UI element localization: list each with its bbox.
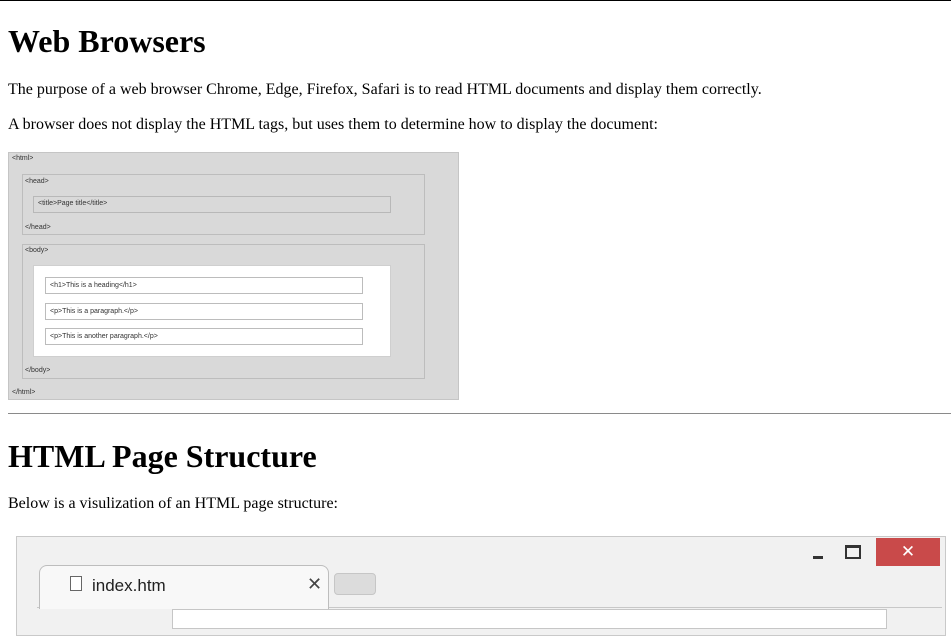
paragraph-below: Below is a visulization of an HTML page … (8, 495, 338, 512)
address-bar (172, 609, 887, 629)
heading-html-page-structure: HTML Page Structure (8, 438, 317, 474)
section-divider (8, 413, 951, 414)
diagram-body-close: </body> (25, 367, 51, 374)
browser-tab: index.htm ✕ (39, 565, 329, 609)
diagram-h1: <h1>This is a heading</h1> (45, 277, 363, 294)
diagram-html-open: <html> (12, 155, 34, 162)
minimize-icon (802, 537, 832, 567)
new-tab-button (334, 573, 376, 595)
diagram-head-open: <head> (25, 178, 49, 185)
diagram-title: <title>Page title</title> (33, 196, 391, 213)
html-structure-diagram: <html> <head> <title>Page title</title> … (8, 152, 459, 400)
tab-close-icon: ✕ (307, 574, 323, 594)
maximize-icon (837, 537, 867, 567)
top-rule (0, 0, 951, 1)
tab-label: index.htm (92, 576, 166, 595)
browser-window-illustration: ✕ index.htm ✕ (16, 536, 946, 636)
diagram-body-open: <body> (25, 247, 49, 254)
diagram-head-close: </head> (25, 224, 51, 231)
file-icon (70, 576, 82, 591)
diagram-p2: <p>This is another paragraph.</p> (45, 328, 363, 345)
paragraph-purpose: The purpose of a web browser Chrome, Edg… (8, 81, 762, 98)
diagram-p1: <p>This is a paragraph.</p> (45, 303, 363, 320)
diagram-html-close: </html> (12, 389, 36, 396)
close-icon: ✕ (876, 538, 940, 566)
heading-web-browsers: Web Browsers (8, 23, 206, 59)
paragraph-tags: A browser does not display the HTML tags… (8, 116, 658, 133)
